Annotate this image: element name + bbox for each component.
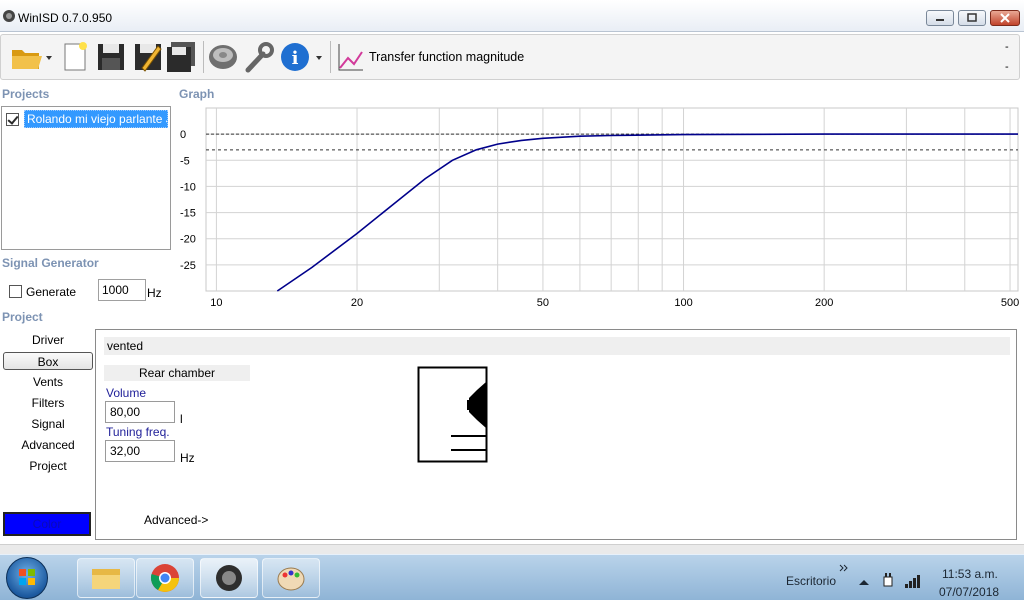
driver-speaker-icon xyxy=(209,45,237,69)
volume-label: Volume xyxy=(106,386,147,400)
signal-frequency-input[interactable]: 1000 xyxy=(98,279,146,301)
toolbar-separator xyxy=(203,41,204,73)
open-button[interactable] xyxy=(9,39,53,75)
tuning-frequency-unit: Hz xyxy=(180,451,195,465)
projects-list: Rolando mi viejo parlante J xyxy=(1,106,171,250)
x-tick-label: 50 xyxy=(537,297,549,309)
projects-section-label: Projects xyxy=(2,87,50,101)
driver-button[interactable] xyxy=(207,39,239,75)
transfer-function-chart: 0 -5 -10 -15 -20 -25 10 20 50 100 200 500 xyxy=(180,107,1019,309)
desktop-toolbar-label[interactable]: Escritorio xyxy=(786,574,836,588)
network-signal-icon[interactable] xyxy=(904,573,922,589)
project-checkbox[interactable] xyxy=(6,112,19,126)
signal-frequency-unit: Hz xyxy=(147,286,162,300)
title-bar: WinISD 0.7.0.950 xyxy=(0,0,1024,32)
clock-time[interactable]: 11:53 a.m. xyxy=(942,567,998,581)
window-bottom-strip xyxy=(0,544,1024,554)
y-tick-label: -20 xyxy=(180,234,196,246)
x-tick-label: 20 xyxy=(351,297,363,309)
tab-driver[interactable]: Driver xyxy=(3,331,93,349)
taskbar-winisd-button[interactable] xyxy=(200,558,258,598)
edit-save-icon xyxy=(135,44,162,72)
x-tick-label: 500 xyxy=(1001,297,1019,309)
box-type-label: vented xyxy=(104,337,1010,355)
vented-box-diagram xyxy=(417,366,488,463)
tuning-frequency-label: Tuning freq. xyxy=(106,425,170,439)
window-title: WinISD 0.7.0.950 xyxy=(18,11,113,25)
tab-signal[interactable]: Signal xyxy=(3,415,93,433)
windows-logo-icon xyxy=(19,569,35,585)
signal-generator-section-label: Signal Generator xyxy=(2,256,99,270)
restore-icon xyxy=(967,13,977,22)
chrome-icon xyxy=(150,564,179,592)
open-folder-icon xyxy=(12,50,52,69)
box-panel: vented Rear chamber Volume 80,00 l Tunin… xyxy=(95,329,1017,540)
tuning-frequency-input[interactable]: 32,00 xyxy=(105,440,175,462)
save-icon xyxy=(98,44,124,70)
save-button[interactable] xyxy=(94,39,126,75)
minimize-icon xyxy=(936,19,944,21)
minimize-button[interactable] xyxy=(926,10,954,26)
advanced-link[interactable]: Advanced-> xyxy=(144,513,208,527)
taskbar-chrome-button[interactable] xyxy=(136,558,194,598)
y-tick-label: -25 xyxy=(180,260,196,272)
x-tick-label: 100 xyxy=(674,297,692,309)
y-tick-label: 0 xyxy=(180,129,186,141)
tab-box[interactable]: Box xyxy=(3,352,93,370)
app-speaker-icon xyxy=(3,10,15,22)
new-project-button[interactable] xyxy=(59,39,91,75)
toolbar-overflow-icon[interactable] xyxy=(838,563,850,575)
toolbar: i Transfer function magnitude - - xyxy=(0,34,1020,80)
generate-label: Generate xyxy=(26,285,77,299)
tab-advanced[interactable]: Advanced xyxy=(3,436,93,454)
rear-chamber-header: Rear chamber xyxy=(104,365,250,381)
tab-vents[interactable]: Vents xyxy=(3,373,93,391)
toolbar-separator xyxy=(330,41,331,73)
toolbar-mark: - xyxy=(1005,61,1009,73)
start-button[interactable] xyxy=(6,557,48,599)
file-explorer-icon xyxy=(92,569,120,589)
taskbar-explorer-button[interactable] xyxy=(77,558,135,598)
volume-input[interactable]: 80,00 xyxy=(105,401,175,423)
x-tick-label: 200 xyxy=(815,297,833,309)
show-hidden-icons-icon[interactable] xyxy=(858,577,870,587)
generate-checkbox[interactable] xyxy=(9,285,22,298)
y-tick-label: -15 xyxy=(180,208,196,220)
close-button[interactable] xyxy=(990,10,1020,26)
x-tick-label: 10 xyxy=(210,297,222,309)
tab-filters[interactable]: Filters xyxy=(3,394,93,412)
options-button[interactable] xyxy=(243,39,275,75)
restore-button[interactable] xyxy=(958,10,986,26)
wrench-icon xyxy=(245,42,274,73)
new-document-icon xyxy=(64,42,87,71)
taskbar: Escritorio 11:53 a.m. 07/07/2018 xyxy=(0,554,1024,600)
project-name[interactable]: Rolando mi viejo parlante J xyxy=(24,110,168,128)
power-plug-icon[interactable] xyxy=(880,572,896,590)
paint-icon xyxy=(277,567,305,591)
y-tick-label: -10 xyxy=(180,181,196,193)
clock-date[interactable]: 07/07/2018 xyxy=(939,585,999,599)
close-icon xyxy=(1000,13,1010,23)
save-all-icon xyxy=(167,42,195,72)
project-section-label: Project xyxy=(2,310,43,324)
volume-unit: l xyxy=(180,412,183,426)
graph-type-button[interactable] xyxy=(334,39,366,75)
svg-text:i: i xyxy=(292,48,299,69)
save-all-button[interactable] xyxy=(165,39,197,75)
project-list-item[interactable]: Rolando mi viejo parlante J xyxy=(6,110,168,128)
y-tick-label: -5 xyxy=(180,155,190,167)
toolbar-mark: - xyxy=(1005,41,1009,53)
transfer-function-chart-icon xyxy=(338,44,363,71)
tab-project[interactable]: Project xyxy=(3,457,93,475)
winisd-speaker-icon xyxy=(216,565,242,591)
info-icon: i xyxy=(281,43,322,71)
color-button[interactable]: Color xyxy=(3,512,91,536)
save-as-button[interactable] xyxy=(131,39,163,75)
about-button[interactable]: i xyxy=(279,39,325,75)
taskbar-paint-button[interactable] xyxy=(262,558,320,598)
graph-type-label: Transfer function magnitude xyxy=(369,50,525,64)
